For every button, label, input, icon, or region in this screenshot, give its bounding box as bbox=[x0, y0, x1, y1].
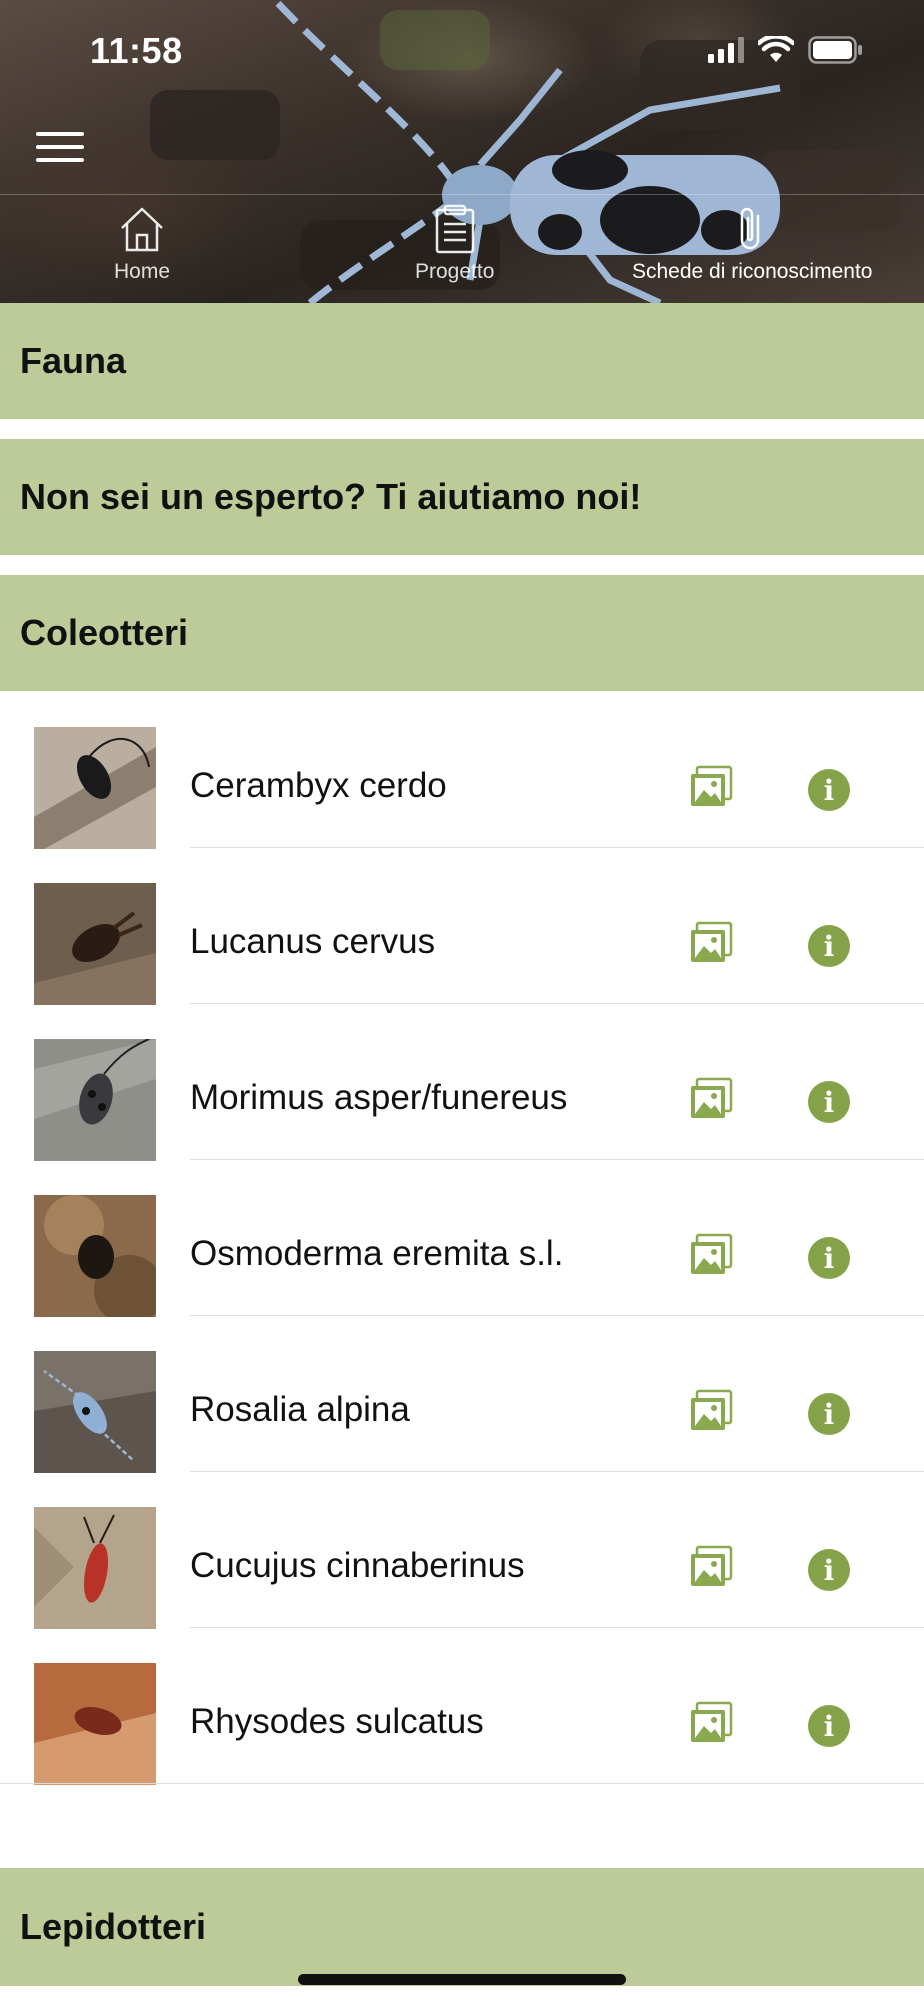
species-name: Cucujus cinnaberinus bbox=[190, 1546, 525, 1585]
status-icons bbox=[708, 36, 864, 64]
section-lepidotteri[interactable]: Lepidotteri bbox=[0, 1868, 924, 1986]
document-icon bbox=[435, 204, 474, 254]
species-name: Rhysodes sulcatus bbox=[190, 1702, 484, 1741]
info-icon[interactable]: i bbox=[808, 1081, 850, 1123]
species-thumbnail bbox=[34, 1507, 156, 1629]
image-gallery-icon[interactable] bbox=[688, 1076, 734, 1122]
info-icon[interactable]: i bbox=[808, 1237, 850, 1279]
header-banner: 11:58 Home Progetto Schede di riconoscim… bbox=[0, 0, 924, 303]
home-indicator[interactable] bbox=[298, 1974, 626, 1985]
info-icon[interactable]: i bbox=[808, 1705, 850, 1747]
row-divider bbox=[0, 1783, 924, 1784]
list-item[interactable]: Lucanus cervus i bbox=[0, 848, 924, 1005]
tab-home-label: Home bbox=[114, 260, 171, 283]
list-item[interactable]: Cerambyx cerdo i bbox=[0, 692, 924, 849]
tab-schede-di-riconoscimento[interactable]: Schede di riconoscimento bbox=[632, 204, 872, 284]
paperclip-icon bbox=[740, 207, 760, 250]
list-item[interactable]: Rosalia alpina i bbox=[0, 1316, 924, 1473]
info-icon[interactable]: i bbox=[808, 1549, 850, 1591]
tab-progetto[interactable]: Progetto bbox=[415, 204, 494, 284]
info-icon[interactable]: i bbox=[808, 769, 850, 811]
section-fauna-title: Fauna bbox=[20, 340, 127, 381]
image-gallery-icon[interactable] bbox=[688, 1388, 734, 1434]
species-thumbnail bbox=[34, 883, 156, 1005]
info-icon[interactable]: i bbox=[808, 925, 850, 967]
home-icon bbox=[121, 207, 163, 252]
species-thumbnail bbox=[34, 1663, 156, 1785]
list-item[interactable]: Cucujus cinnaberinus i bbox=[0, 1472, 924, 1629]
image-gallery-icon[interactable] bbox=[688, 764, 734, 810]
info-icon[interactable]: i bbox=[808, 1393, 850, 1435]
list-item[interactable]: Rhysodes sulcatus i bbox=[0, 1628, 924, 1785]
wifi-icon bbox=[758, 36, 794, 62]
image-gallery-icon[interactable] bbox=[688, 1232, 734, 1278]
tab-schede-label: Schede di riconoscimento bbox=[632, 260, 873, 283]
section-help-title: Non sei un esperto? Ti aiutiamo noi! bbox=[20, 476, 642, 517]
species-name: Cerambyx cerdo bbox=[190, 766, 447, 805]
image-gallery-icon[interactable] bbox=[688, 1544, 734, 1590]
section-fauna[interactable]: Fauna bbox=[0, 303, 924, 419]
header-divider bbox=[0, 194, 924, 195]
section-help[interactable]: Non sei un esperto? Ti aiutiamo noi! bbox=[0, 439, 924, 555]
species-name: Morimus asper/funereus bbox=[190, 1078, 568, 1117]
image-gallery-icon[interactable] bbox=[688, 920, 734, 966]
tab-progetto-label: Progetto bbox=[415, 260, 495, 283]
species-thumbnail bbox=[34, 1039, 156, 1161]
list-item[interactable]: Osmoderma eremita s.l. i bbox=[0, 1160, 924, 1317]
species-list: Cerambyx cerdo i Lucanus cervus i Morimu… bbox=[0, 692, 924, 1785]
section-coleotteri-title: Coleotteri bbox=[20, 612, 189, 653]
status-time: 11:58 bbox=[90, 30, 183, 71]
species-name: Osmoderma eremita s.l. bbox=[190, 1234, 564, 1273]
signal-icon bbox=[708, 37, 744, 63]
species-name: Lucanus cervus bbox=[190, 922, 436, 961]
hamburger-menu-button[interactable] bbox=[36, 132, 84, 166]
species-thumbnail bbox=[34, 727, 156, 849]
tab-home[interactable]: Home bbox=[114, 204, 170, 284]
section-coleotteri[interactable]: Coleotteri bbox=[0, 575, 924, 691]
image-gallery-icon[interactable] bbox=[688, 1700, 734, 1746]
section-lepidotteri-title: Lepidotteri bbox=[20, 1906, 206, 1947]
species-thumbnail bbox=[34, 1351, 156, 1473]
top-tab-bar: Home Progetto Schede di riconoscimento bbox=[0, 204, 924, 300]
species-name: Rosalia alpina bbox=[190, 1390, 410, 1429]
battery-icon bbox=[808, 36, 862, 64]
list-item[interactable]: Morimus asper/funereus i bbox=[0, 1004, 924, 1161]
species-thumbnail bbox=[34, 1195, 156, 1317]
